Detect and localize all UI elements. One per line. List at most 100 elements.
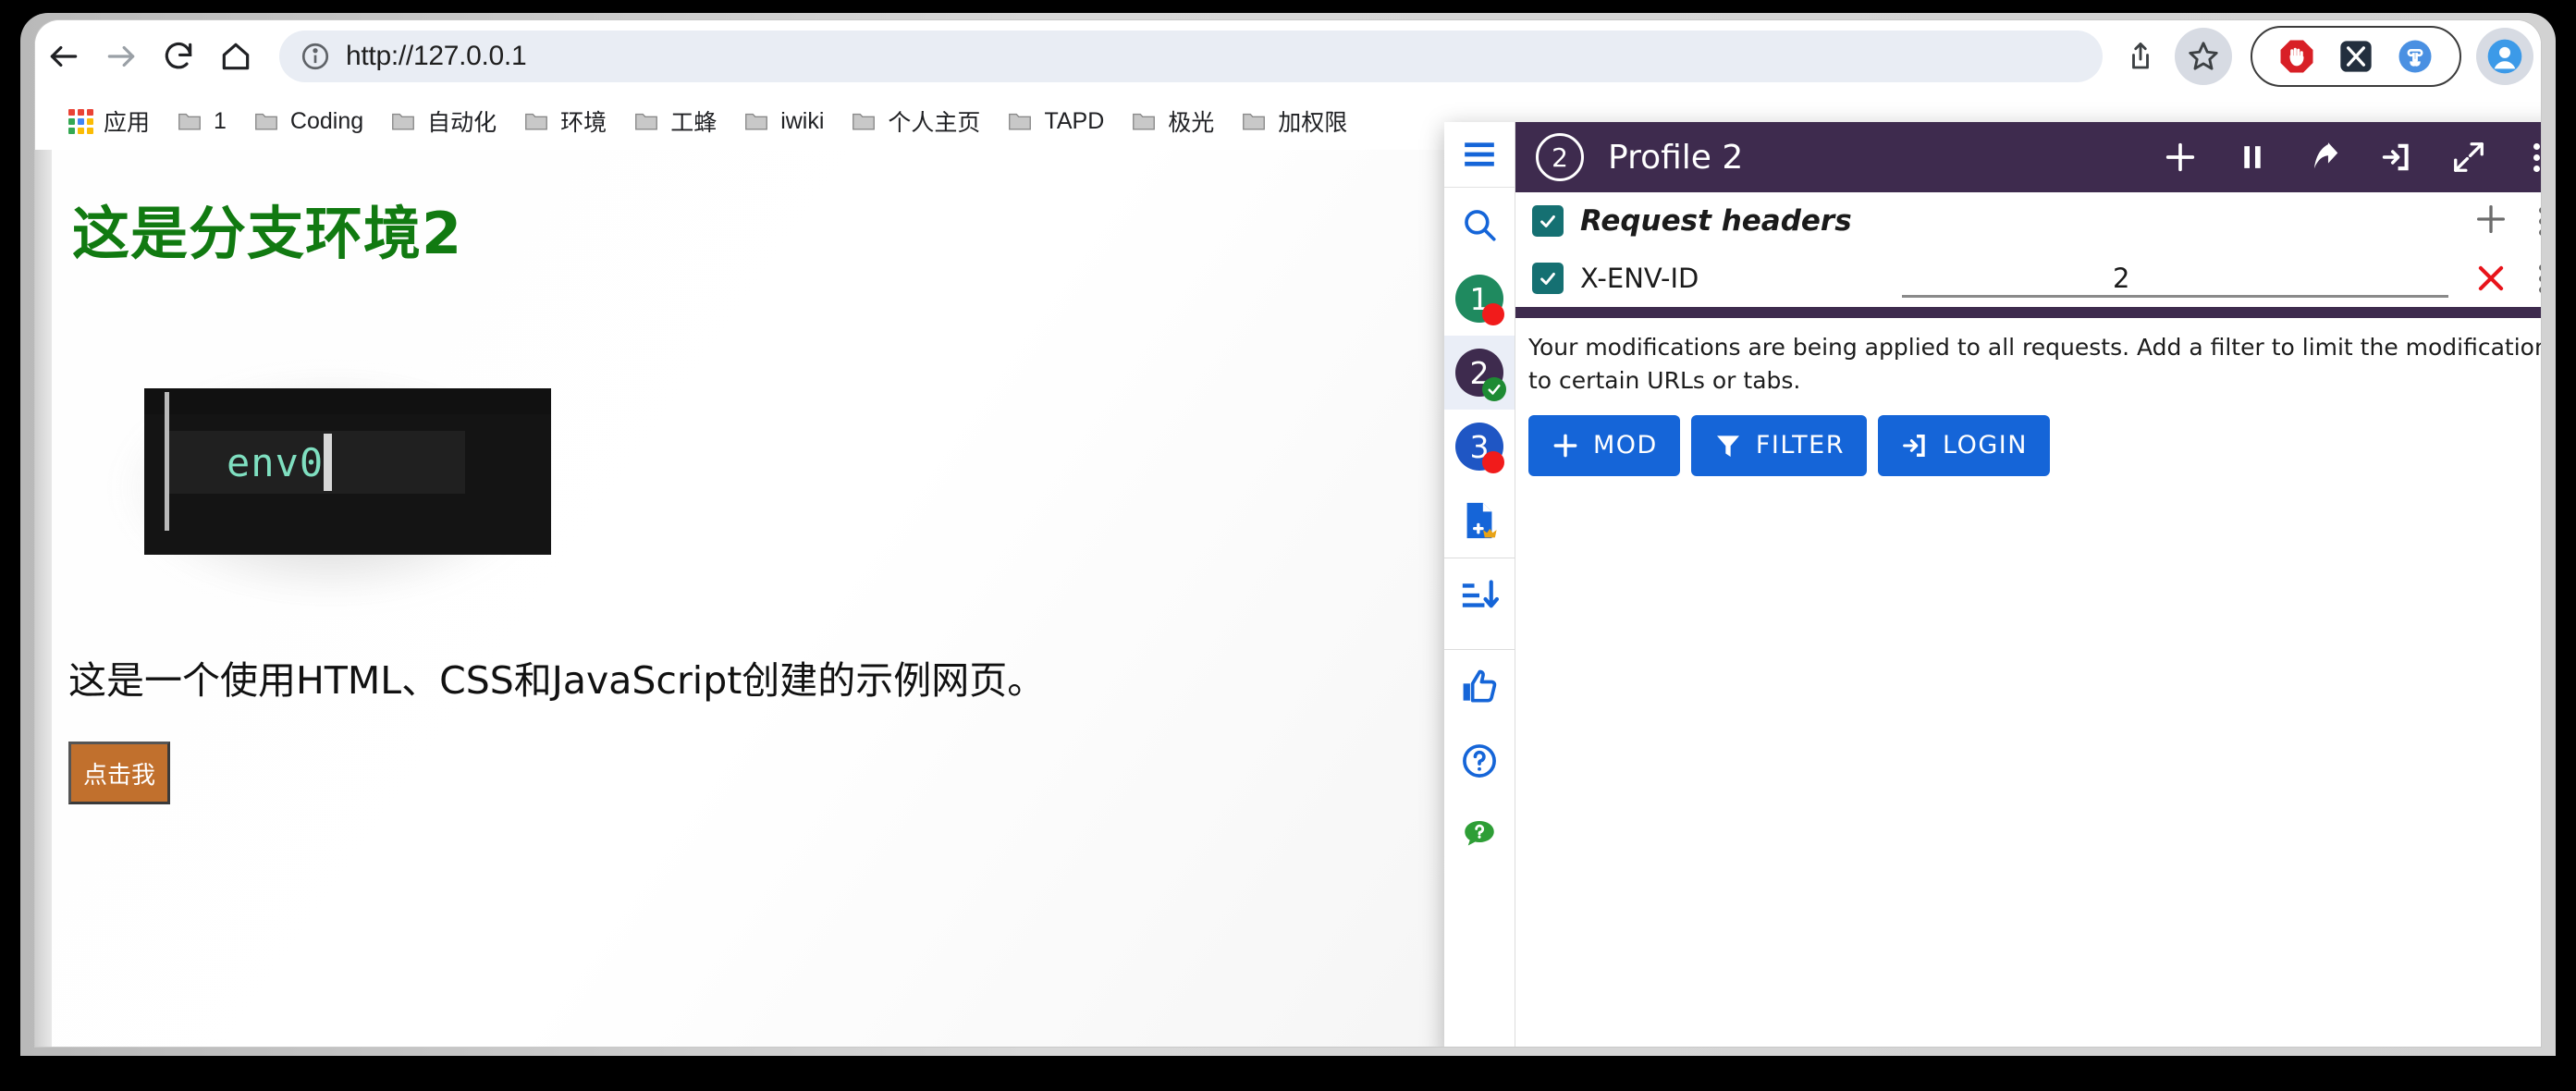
- forward-button[interactable]: [92, 28, 150, 85]
- row-more-options-button[interactable]: [2526, 263, 2541, 294]
- back-arrow-icon: [50, 45, 78, 67]
- bookmark-folder-jiguang[interactable]: 极光: [1117, 99, 1227, 143]
- table-row: X-ENV-ID 2: [1515, 250, 2541, 307]
- add-mod-label: MOD: [1593, 431, 1658, 460]
- login-button[interactable]: [2376, 137, 2417, 178]
- bookmark-folder-iwiki[interactable]: iwiki: [730, 102, 837, 141]
- command-extension-icon[interactable]: [2395, 36, 2435, 77]
- folder-icon: [635, 113, 658, 130]
- home-button[interactable]: [207, 28, 264, 85]
- sidebar-search-button[interactable]: [1444, 188, 1515, 262]
- bookmark-apps[interactable]: 应用: [55, 99, 163, 143]
- reload-button[interactable]: [150, 28, 207, 85]
- info-circle-icon: [301, 43, 329, 70]
- profile-2-active-check: [1482, 377, 1506, 401]
- profile-3-status-dot: [1482, 451, 1504, 473]
- home-icon: [222, 43, 250, 70]
- bookmark-label: 个人主页: [888, 110, 981, 136]
- command-icon: [2398, 40, 2432, 73]
- add-login-button[interactable]: LOGIN: [1877, 414, 2050, 476]
- bookmark-folder-1[interactable]: 1: [163, 102, 239, 141]
- folder-icon: [1133, 113, 1156, 130]
- close-x-icon: [2478, 265, 2504, 291]
- header-profile-title: Profile 2: [1608, 138, 1744, 177]
- pause-button[interactable]: [2232, 137, 2273, 178]
- share-button[interactable]: [2112, 28, 2169, 85]
- header-more-options-button[interactable]: [2521, 141, 2541, 173]
- header-value-field[interactable]: 2: [1902, 257, 2456, 300]
- sidebar-new-profile-premium-button[interactable]: [1444, 484, 1515, 558]
- bookmark-folder-homepage[interactable]: 个人主页: [837, 99, 993, 143]
- bookmark-folder-coding[interactable]: Coding: [239, 102, 376, 141]
- bookmark-label: 工蜂: [670, 110, 718, 136]
- click-me-button[interactable]: 点击我: [68, 742, 170, 804]
- stop-hand-icon: [2280, 40, 2313, 73]
- bookmark-label: 环境: [560, 110, 607, 136]
- add-filter-label: FILTER: [1755, 431, 1845, 460]
- sidebar-thumbs-up-button[interactable]: [1444, 649, 1515, 724]
- modification-note: Your modifications are being applied to …: [1528, 334, 2541, 395]
- header-profile-number: 2: [1536, 133, 1584, 181]
- bookmark-label: 1: [214, 107, 227, 134]
- folder-icon: [525, 113, 548, 130]
- terminal-top-bar: [144, 388, 551, 414]
- sidebar-sort-button[interactable]: [1444, 558, 1515, 632]
- row-enable-checkbox[interactable]: [1532, 263, 1564, 294]
- add-mod-button[interactable]: MOD: [1528, 414, 1680, 476]
- check-icon: [1540, 215, 1555, 227]
- share-profile-button[interactable]: [2304, 137, 2345, 178]
- section-more-options-button[interactable]: [2526, 205, 2541, 237]
- bookmark-folder-tapd[interactable]: TAPD: [993, 102, 1117, 141]
- expand-button[interactable]: [2448, 137, 2489, 178]
- bookmark-folder-gongfeng[interactable]: 工蜂: [619, 99, 730, 143]
- extension-body: Request headers X-ENV-ID 2 Your modifica…: [1515, 192, 2541, 1047]
- thumbs-up-icon: [1463, 669, 1497, 703]
- share-arrow-icon: [2313, 142, 2338, 169]
- section-enable-checkbox[interactable]: [1532, 205, 1564, 237]
- bookmark-button[interactable]: [2175, 28, 2232, 85]
- action-buttons-row: MOD FILTER LOGIN: [1515, 398, 2541, 476]
- sort-icon: [1462, 580, 1499, 608]
- add-header-button[interactable]: [2472, 201, 2509, 242]
- bookmark-folder-automation[interactable]: 自动化: [376, 99, 509, 143]
- search-icon: [1465, 210, 1496, 241]
- forward-arrow-icon: [107, 45, 135, 67]
- folder-icon: [745, 113, 768, 130]
- address-bar-url: http://127.0.0.1: [346, 41, 527, 71]
- folder-icon: [178, 113, 201, 130]
- sidebar-profile-1[interactable]: 1: [1444, 262, 1515, 336]
- add-filter-button[interactable]: FILTER: [1690, 414, 1867, 476]
- delete-header-button[interactable]: [2472, 260, 2509, 297]
- plus-icon: [1553, 434, 1577, 457]
- pause-icon: [2244, 146, 2261, 168]
- sidebar-help-button[interactable]: [1444, 724, 1515, 798]
- bookmark-label: Coding: [289, 107, 364, 134]
- back-button[interactable]: [35, 28, 92, 85]
- header-name-input[interactable]: X-ENV-ID: [1580, 263, 1885, 294]
- adblock-extension-icon[interactable]: [2276, 36, 2317, 77]
- sidebar-feedback-button[interactable]: [1444, 798, 1515, 872]
- browser-toolbar: http://127.0.0.1: [35, 20, 2541, 92]
- x-extension-icon[interactable]: [2336, 36, 2376, 77]
- sidebar-profile-3[interactable]: 3: [1444, 410, 1515, 484]
- login-icon: [1903, 434, 1925, 457]
- bookmark-folder-permissions[interactable]: 加权限: [1227, 99, 1360, 143]
- header-actions: [2160, 137, 2541, 178]
- bookmark-label: TAPD: [1044, 107, 1105, 134]
- add-profile-button[interactable]: [2160, 137, 2201, 178]
- hamburger-menu-button[interactable]: [1444, 122, 1515, 188]
- terminal-command-line: env0: [169, 431, 465, 494]
- modheader-extension-popup: 1 2 3 2 Profile 2 Request headers X-ENV-…: [1444, 122, 2541, 1047]
- header-value-input[interactable]: 2: [1902, 263, 2129, 294]
- folder-icon: [1243, 113, 1266, 130]
- profile-avatar[interactable]: [2476, 28, 2533, 85]
- login-icon: [2382, 143, 2409, 171]
- star-icon: [2189, 42, 2218, 70]
- bookmark-folder-env[interactable]: 环境: [509, 99, 619, 143]
- folder-icon: [254, 113, 277, 130]
- sidebar-profile-2[interactable]: 2: [1444, 336, 1515, 410]
- plus-icon: [2165, 142, 2195, 172]
- value-field-underline: [1902, 295, 2448, 298]
- address-bar[interactable]: http://127.0.0.1: [279, 31, 2103, 82]
- extension-main-panel: 2 Profile 2 Request headers X-ENV-ID 2 Y…: [1515, 122, 2541, 1047]
